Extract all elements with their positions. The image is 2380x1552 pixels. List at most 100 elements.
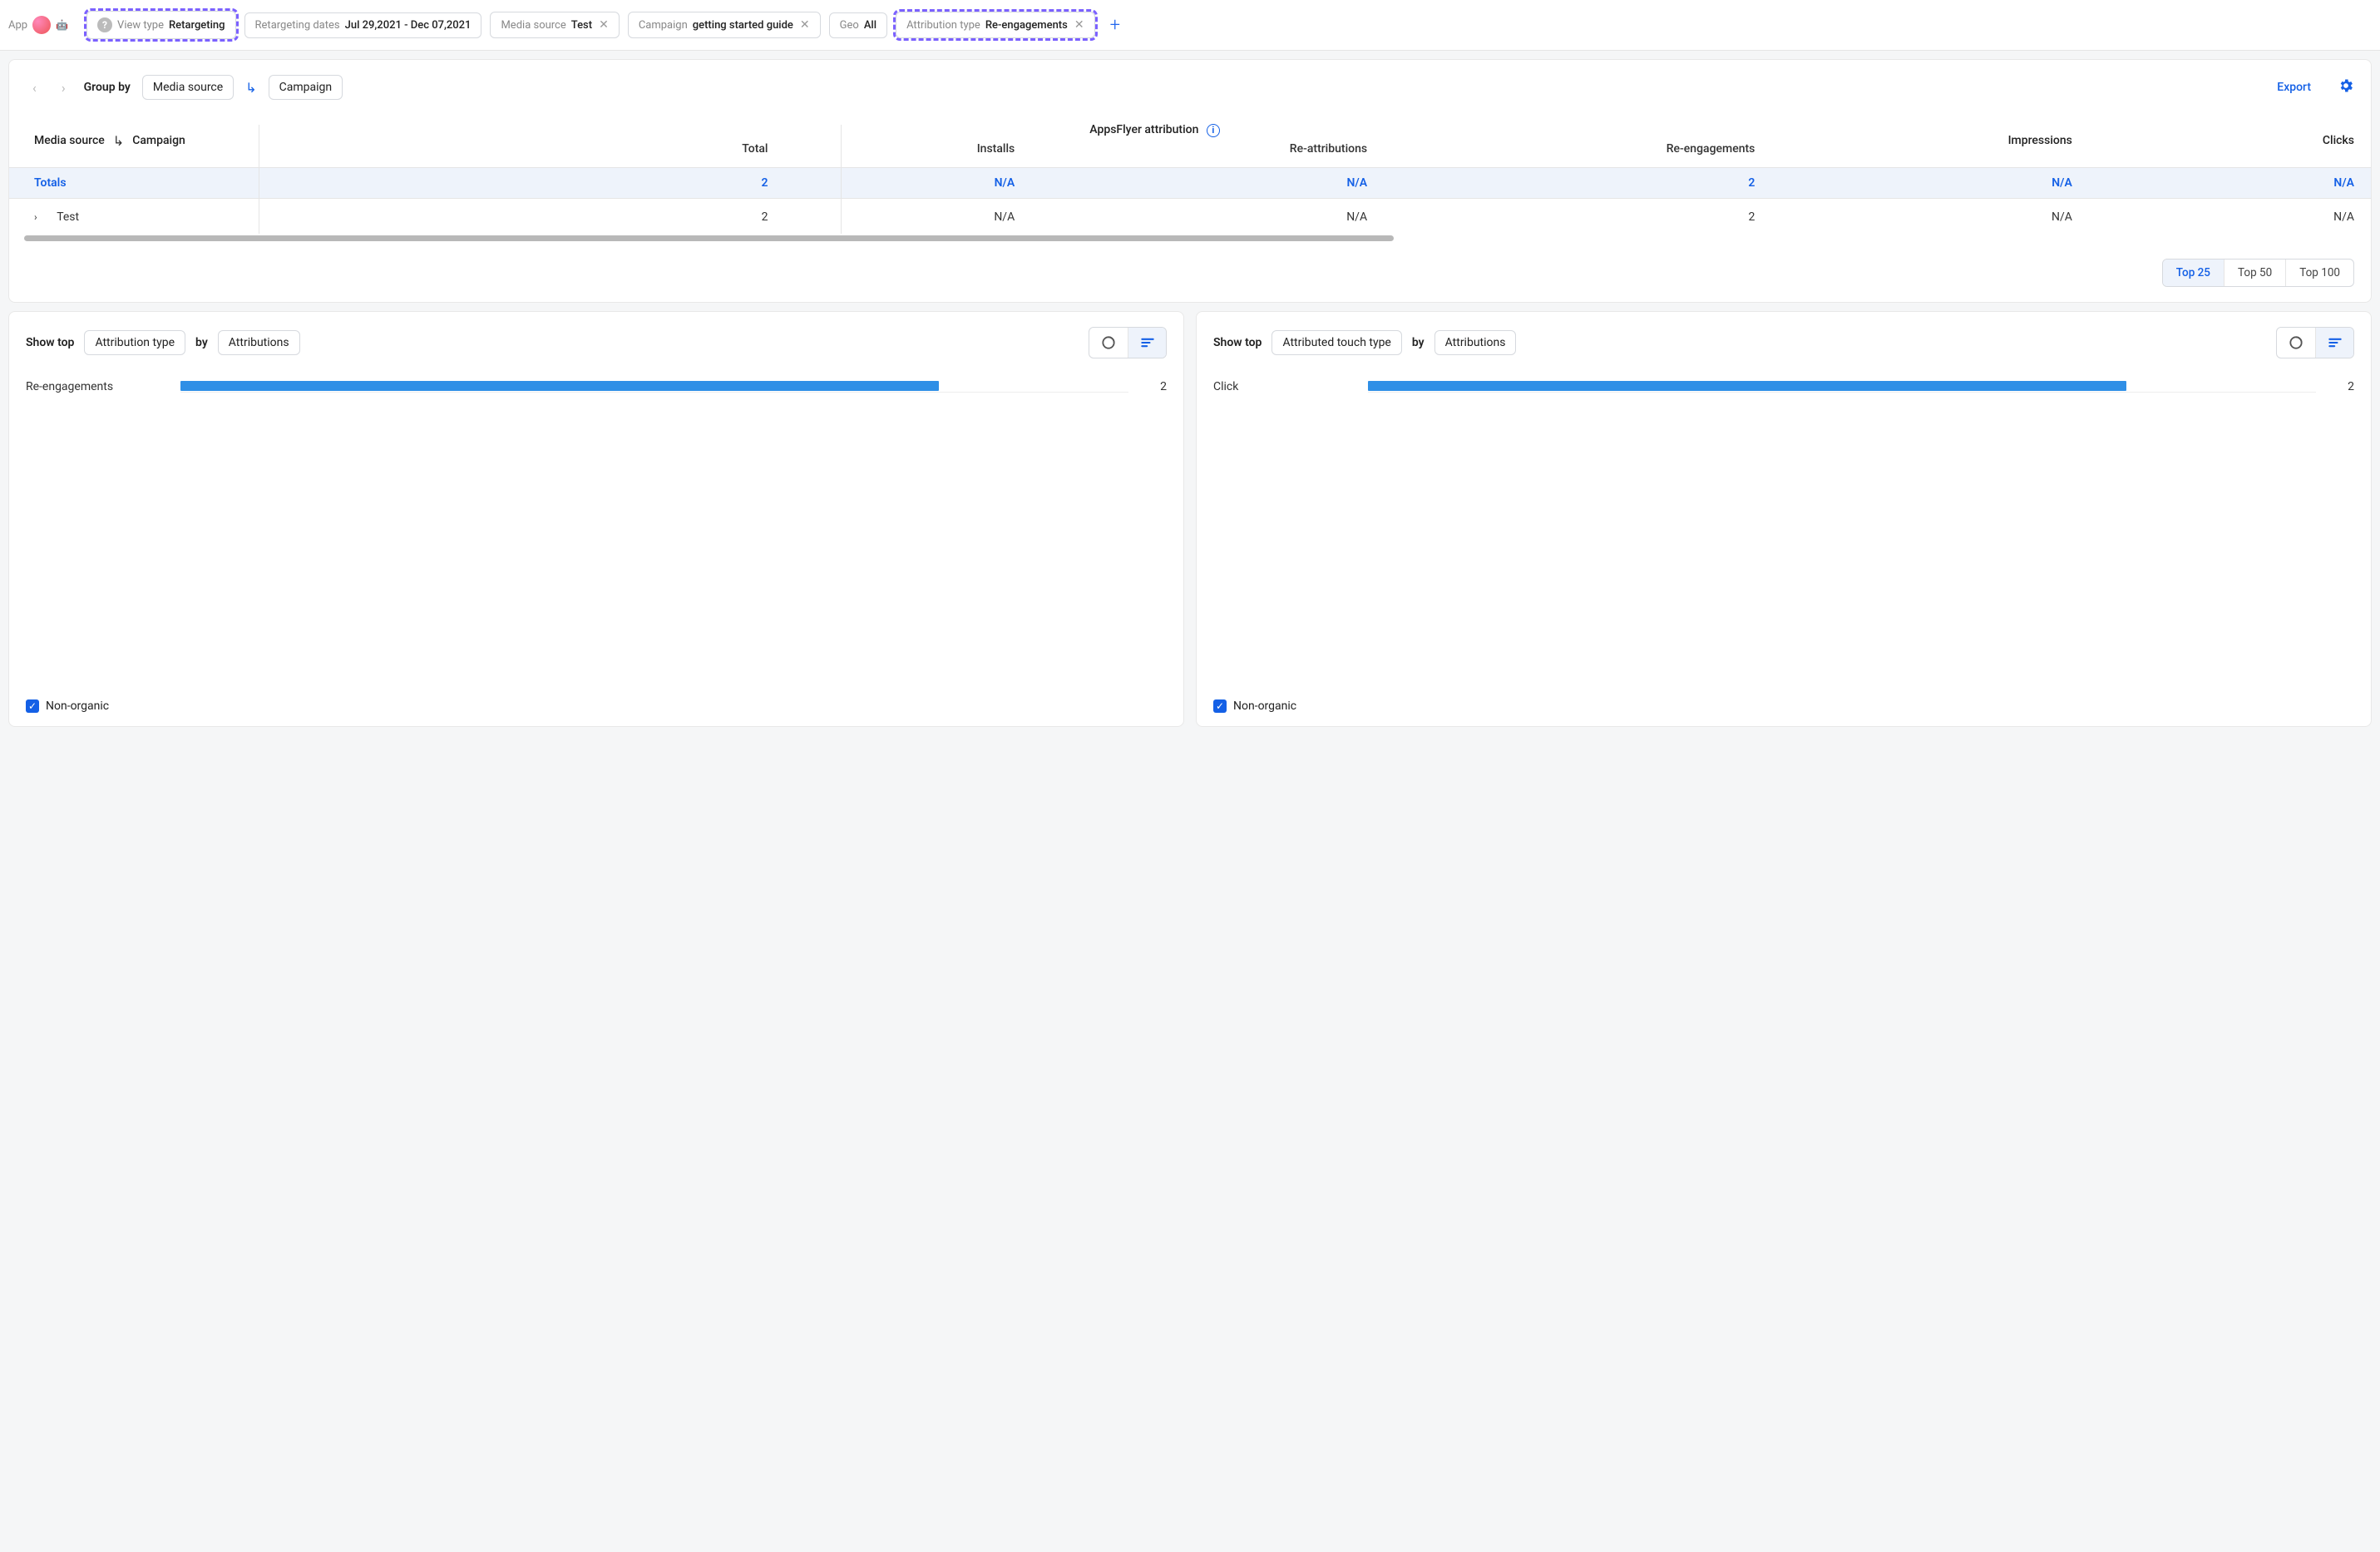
media-source-label: Media source — [501, 19, 565, 32]
non-organic-checkbox[interactable]: ✓ — [26, 699, 39, 713]
row-name: Test — [57, 210, 79, 224]
row-installs: N/A — [785, 198, 1032, 235]
col-header-reattr[interactable]: Re-attributions — [1031, 142, 1384, 168]
info-icon[interactable]: i — [1207, 124, 1220, 137]
card-header: Show top Attributed touch type by Attrib… — [1213, 327, 2354, 358]
dates-value: Jul 29,2021 - Dec 07,2021 — [345, 19, 472, 32]
bar-value: 2 — [2329, 380, 2354, 393]
by-label: by — [1412, 336, 1425, 349]
filter-bar: App 🤖 ? View type Retargeting Retargetin… — [0, 0, 2380, 51]
dim-header-a: Media source — [34, 134, 105, 147]
col-header-total[interactable]: Total — [538, 142, 785, 168]
non-organic-label: Non-organic — [1233, 699, 1296, 713]
filter-attribution-type[interactable]: Attribution type Re-engagements ✕ — [896, 12, 1095, 38]
col-group-appsflyer: AppsFlyer attribution i — [538, 115, 1772, 142]
view-toggle — [2276, 327, 2354, 358]
by-label: by — [195, 336, 208, 349]
col-header-reeng[interactable]: Re-engagements — [1384, 142, 1771, 168]
dimension-selector[interactable]: Attributed touch type — [1271, 330, 1401, 355]
col-header-dimensions: Media source ↳ Campaign — [9, 115, 538, 167]
bar-fill — [1368, 381, 2126, 391]
card-footer: ✓ Non-organic — [26, 699, 1167, 713]
attr-type-label: Attribution type — [906, 19, 980, 32]
groupby-level1[interactable]: Media source — [142, 75, 234, 100]
main-table-panel: ‹ › Group by Media source ↳ Campaign Exp… — [8, 59, 2372, 303]
dimension-selector[interactable]: Attribution type — [84, 330, 185, 355]
filter-view-type[interactable]: ? View type Retargeting — [86, 11, 235, 39]
data-table: Media source ↳ Campaign AppsFlyer attrib… — [9, 115, 2371, 242]
totals-clicks: N/A — [2089, 167, 2371, 198]
filter-media-source[interactable]: Media source Test ✕ — [490, 12, 619, 38]
card-footer: ✓ Non-organic — [1213, 699, 2354, 713]
row-total: 2 — [538, 198, 785, 235]
totals-total: 2 — [538, 167, 785, 198]
nav-prev-button[interactable]: ‹ — [26, 77, 43, 99]
bar-row: Re-engagements 2 — [26, 380, 1167, 393]
top-50-button[interactable]: Top 50 — [2224, 259, 2285, 286]
metric-selector[interactable]: Attributions — [1434, 330, 1517, 355]
view-type-label: View type — [117, 19, 164, 32]
export-button[interactable]: Export — [2277, 81, 2311, 94]
metric-selector[interactable]: Attributions — [218, 330, 300, 355]
dim-header-b: Campaign — [132, 134, 185, 147]
filter-dates[interactable]: Retargeting dates Jul 29,2021 - Dec 07,2… — [244, 12, 482, 38]
top-100-button[interactable]: Top 100 — [2285, 259, 2353, 286]
geo-label: Geo — [840, 19, 859, 32]
charts-row: Show top Attribution type by Attribution… — [8, 311, 2372, 727]
bar-label: Click — [1213, 380, 1355, 393]
card-attribution-type: Show top Attribution type by Attribution… — [8, 311, 1184, 727]
bar-view-button[interactable] — [1128, 328, 1166, 358]
group-header-text: AppsFlyer attribution — [1089, 123, 1198, 136]
totals-reattr: N/A — [1031, 167, 1384, 198]
panel-header: ‹ › Group by Media source ↳ Campaign Exp… — [9, 60, 2371, 115]
groupby-label: Group by — [84, 81, 131, 94]
filter-app-label: App — [8, 19, 27, 32]
card-header: Show top Attribution type by Attribution… — [26, 327, 1167, 358]
show-top-label: Show top — [26, 336, 74, 349]
horizontal-scrollbar[interactable] — [9, 234, 2371, 242]
add-filter-button[interactable]: + — [1104, 15, 1127, 36]
filter-app[interactable]: App 🤖 — [8, 10, 78, 40]
col-header-installs[interactable]: Installs — [785, 142, 1032, 168]
donut-view-button[interactable] — [2277, 328, 2315, 358]
non-organic-checkbox[interactable]: ✓ — [1213, 699, 1227, 713]
chevron-right-icon[interactable]: › — [34, 211, 46, 223]
drill-down-icon: ↳ — [113, 133, 124, 149]
col-header-clicks[interactable]: Clicks — [2089, 115, 2371, 167]
bar-row: Click 2 — [1213, 380, 2354, 393]
totals-label: Totals — [9, 167, 538, 198]
row-reattr: N/A — [1031, 198, 1384, 235]
row-clicks: N/A — [2089, 198, 2371, 235]
close-icon[interactable]: ✕ — [1074, 18, 1084, 32]
bar-fill — [180, 381, 939, 391]
filter-geo[interactable]: Geo All — [829, 12, 887, 38]
column-divider — [841, 125, 842, 242]
campaign-label: Campaign — [639, 19, 688, 32]
totals-reeng: 2 — [1384, 167, 1771, 198]
nav-next-button[interactable]: › — [55, 77, 72, 99]
card-attributed-touch-type: Show top Attributed touch type by Attrib… — [1196, 311, 2372, 727]
campaign-value: getting started guide — [693, 19, 793, 32]
show-top-label: Show top — [1213, 336, 1262, 349]
row-name-cell[interactable]: › Test — [9, 198, 538, 235]
donut-view-button[interactable] — [1089, 328, 1128, 358]
top-25-button[interactable]: Top 25 — [2163, 259, 2224, 286]
table-totals-row: Totals 2 N/A N/A 2 N/A N/A — [9, 167, 2371, 198]
view-type-value: Retargeting — [169, 19, 225, 32]
bar-view-button[interactable] — [2315, 328, 2353, 358]
gear-icon[interactable] — [2338, 77, 2354, 98]
help-icon: ? — [97, 17, 112, 32]
bar-track — [1368, 381, 2316, 393]
dates-label: Retargeting dates — [255, 19, 340, 32]
table-row[interactable]: › Test 2 N/A N/A 2 N/A N/A — [9, 198, 2371, 235]
col-header-impressions[interactable]: Impressions — [1771, 115, 2088, 167]
bar-track — [180, 381, 1128, 393]
close-icon[interactable]: ✕ — [599, 18, 609, 32]
row-reeng: 2 — [1384, 198, 1771, 235]
close-icon[interactable]: ✕ — [800, 18, 810, 32]
groupby-level2[interactable]: Campaign — [269, 75, 343, 100]
attr-type-value: Re-engagements — [985, 19, 1068, 32]
android-icon: 🤖 — [56, 19, 68, 31]
non-organic-label: Non-organic — [46, 699, 109, 713]
filter-campaign[interactable]: Campaign getting started guide ✕ — [628, 12, 821, 38]
